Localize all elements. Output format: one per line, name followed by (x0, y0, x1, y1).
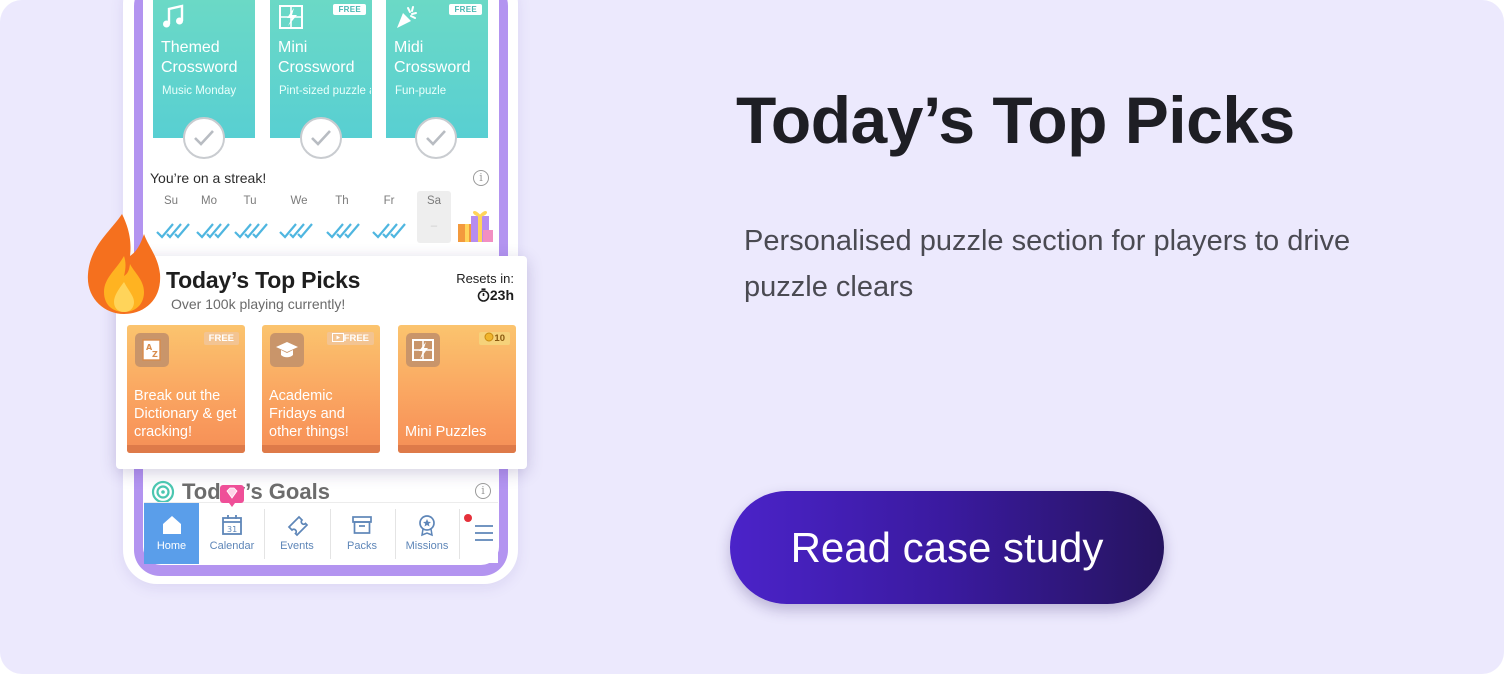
calendar-icon: 31 (222, 515, 242, 535)
saturday-mark: – (430, 220, 438, 232)
svg-text:Z: Z (152, 350, 158, 359)
double-check-icon (279, 223, 313, 239)
day-label: Fr (383, 195, 395, 207)
headline: Today’s Top Picks (736, 83, 1295, 157)
target-icon (151, 480, 175, 504)
calendar-date: 31 (227, 525, 237, 534)
pick-label: Mini Puzzles (405, 424, 487, 440)
stopwatch-icon (477, 288, 490, 302)
completed-check-icon (183, 117, 225, 159)
nav-packs[interactable]: Packs (330, 503, 394, 564)
crossword-title: Midi Crossword (394, 39, 471, 76)
video-ad-icon (331, 333, 344, 342)
read-case-study-button[interactable]: Read case study (730, 491, 1164, 604)
top-picks-subtitle: Over 100k playing currently! (171, 296, 346, 312)
gift-icon[interactable] (455, 206, 495, 246)
pick-tile-mini-puzzles[interactable]: 10 Mini Puzzles (398, 325, 516, 453)
reset-time: 23h (489, 287, 514, 303)
party-popper-icon (397, 6, 417, 28)
case-study-card: Themed Crossword Music Monday FREE Mini … (0, 0, 1504, 674)
nav-home[interactable]: Home (144, 503, 199, 564)
crossword-title: Themed Crossword (161, 39, 238, 76)
pick-tile-academic[interactable]: FREE Academic Fridays and other things! (262, 325, 380, 453)
streak-label: You’re on a streak! (150, 170, 267, 186)
double-check-icon (372, 223, 406, 239)
graduation-cap-icon (270, 333, 304, 367)
day-label: Th (335, 195, 349, 207)
day-label: Tu (243, 195, 257, 207)
ticket-icon (287, 515, 309, 537)
dictionary-icon: A Z (135, 333, 169, 367)
music-note-icon (163, 4, 184, 28)
packs-icon (352, 516, 372, 534)
coin-cost: 10 (494, 333, 505, 344)
free-badge: FREE (203, 332, 239, 345)
day-label: Sa (426, 195, 442, 207)
day-label: Su (163, 195, 179, 207)
completed-check-icon (415, 117, 457, 159)
top-picks-panel: Today’s Top Picks Over 100k playing curr… (116, 256, 527, 469)
pick-tile-dictionary[interactable]: A Z FREE Break out the Dictionary & get … (127, 325, 245, 453)
pick-label: Academic Fridays and other things! (269, 388, 349, 440)
flame-icon (87, 214, 161, 314)
info-icon[interactable]: i (475, 483, 491, 499)
free-badge: FREE (343, 333, 369, 344)
nav-calendar[interactable]: 31 Calendar (200, 503, 264, 564)
day-label: We (290, 195, 308, 207)
crossword-title: Mini Crossword (278, 39, 355, 76)
mini-puzzle-icon (406, 333, 440, 367)
nav-missions[interactable]: Missions (395, 503, 459, 564)
nav-label: Calendar (209, 540, 255, 552)
home-icon (162, 516, 181, 534)
pick-label: Break out the Dictionary & get cracking! (134, 388, 237, 440)
nav-label: Home (156, 540, 187, 552)
nav-label: Events (280, 540, 314, 552)
menu-icon[interactable] (473, 522, 495, 544)
free-badge: FREE (449, 4, 482, 15)
coin-icon (484, 332, 494, 342)
double-check-icon (326, 223, 360, 239)
gem-badge-icon (220, 485, 244, 507)
bottom-nav: Home 31 Calendar Events Packs Missions (144, 502, 498, 564)
crossword-subtitle: Fun-puzle (395, 85, 447, 97)
notification-dot (464, 514, 472, 522)
completed-check-icon (300, 117, 342, 159)
crossword-subtitle: Music Monday (162, 85, 237, 97)
info-icon[interactable]: i (473, 170, 489, 186)
top-picks-title: Today’s Top Picks (166, 267, 361, 293)
missions-icon (419, 515, 435, 537)
crossword-subtitle: Pint-sized puzzle and bla (279, 85, 371, 97)
nav-label: Missions (405, 540, 449, 552)
free-badge: FREE (333, 4, 366, 15)
nav-label: Packs (347, 540, 377, 552)
nav-events[interactable]: Events (265, 503, 329, 564)
double-check-icon (196, 223, 230, 239)
reset-label: Resets in: (456, 271, 514, 286)
mini-crossword-icon (279, 5, 303, 29)
double-check-icon (234, 223, 268, 239)
day-label: Mo (201, 195, 217, 207)
reset-timer: Resets in: 23h (456, 271, 514, 303)
description: Personalised puzzle section for players … (744, 225, 1351, 303)
